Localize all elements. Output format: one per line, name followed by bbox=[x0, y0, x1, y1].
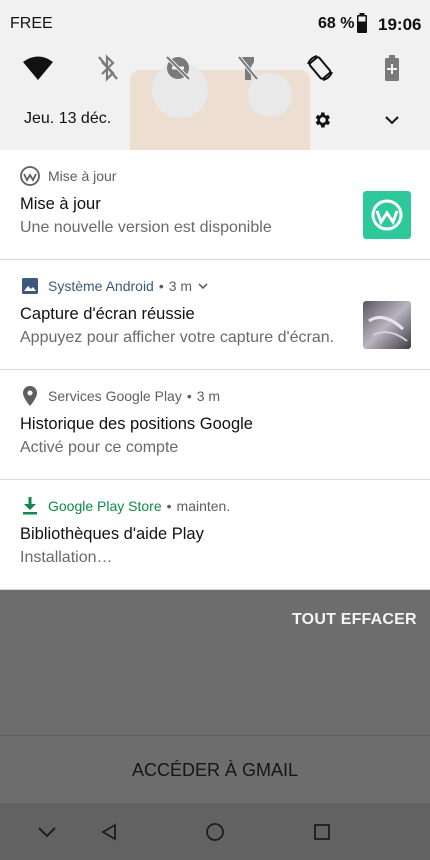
notification-play-store[interactable]: Google Play Store • mainten. Bibliothèqu… bbox=[0, 480, 430, 590]
gmail-shortcut-bar[interactable]: ACCÉDER À GMAIL bbox=[0, 736, 430, 803]
chevron-down-icon[interactable] bbox=[32, 817, 62, 847]
screenshot-thumbnail bbox=[363, 301, 411, 349]
battery-saver-icon[interactable] bbox=[372, 48, 412, 88]
notification-header: Mise à jour bbox=[20, 166, 116, 186]
gmail-shortcut-label: ACCÉDER À GMAIL bbox=[131, 760, 299, 780]
header-separator: • bbox=[166, 498, 172, 514]
notification-app-name: Système Android bbox=[48, 278, 154, 294]
header-separator: • bbox=[158, 278, 164, 294]
notification-title: Mise à jour bbox=[20, 195, 101, 213]
notification-app-name: Services Google Play bbox=[48, 388, 182, 404]
recents-icon[interactable] bbox=[307, 817, 337, 847]
notification-app-name: Google Play Store bbox=[48, 498, 162, 514]
notification-list: Mise à jour Mise à jour Une nouvelle ver… bbox=[0, 150, 430, 590]
wifi-icon[interactable] bbox=[18, 48, 58, 88]
chevron-down-icon[interactable] bbox=[198, 282, 208, 290]
notification-location-history[interactable]: Services Google Play • 3 m Historique de… bbox=[0, 370, 430, 480]
chevron-down-icon[interactable] bbox=[378, 106, 406, 134]
header-separator: • bbox=[186, 388, 192, 404]
notification-time: 3 m bbox=[168, 278, 193, 294]
download-icon bbox=[20, 496, 40, 516]
notification-title: Bibliothèques d'aide Play bbox=[20, 525, 204, 543]
clock: 19:06 bbox=[378, 15, 422, 34]
notification-time: 3 m bbox=[196, 388, 221, 404]
notification-text: Installation… bbox=[20, 549, 113, 566]
notification-title: Capture d'écran réussie bbox=[20, 305, 195, 323]
notification-header: Système Android • 3 m bbox=[20, 276, 208, 296]
image-icon bbox=[20, 276, 40, 296]
home-icon[interactable] bbox=[200, 817, 230, 847]
auto-rotate-icon[interactable] bbox=[300, 48, 340, 88]
quick-settings-row bbox=[0, 48, 430, 88]
do-not-disturb-off-icon[interactable] bbox=[158, 48, 198, 88]
update-app-icon bbox=[20, 166, 40, 186]
location-pin-icon bbox=[20, 386, 40, 406]
notification-header: Services Google Play • 3 m bbox=[20, 386, 220, 406]
notification-app-name: Mise à jour bbox=[48, 168, 117, 184]
battery-icon bbox=[357, 13, 367, 33]
update-large-icon bbox=[363, 191, 411, 239]
carrier-name: FREE bbox=[10, 15, 53, 32]
date-label: Jeu. 13 déc. bbox=[24, 110, 112, 127]
notification-text: Activé pour ce compte bbox=[20, 439, 179, 456]
battery-percentage: 68 % bbox=[318, 15, 355, 32]
bluetooth-off-icon[interactable] bbox=[88, 48, 128, 88]
notification-text: Une nouvelle version est disponible bbox=[20, 219, 272, 236]
settings-gear-icon[interactable] bbox=[308, 106, 336, 134]
notification-header: Google Play Store • mainten. bbox=[20, 496, 230, 516]
notification-time: mainten. bbox=[176, 498, 231, 514]
back-icon[interactable] bbox=[94, 817, 124, 847]
notification-text: Appuyez pour afficher votre capture d'éc… bbox=[20, 329, 335, 346]
status-bar: FREE 68 % 19:06 bbox=[0, 0, 430, 48]
notification-shade-header: FREE 68 % 19:06 Jeu. 13 déc. bbox=[0, 0, 430, 150]
notification-update[interactable]: Mise à jour Mise à jour Une nouvelle ver… bbox=[0, 150, 430, 260]
notification-title: Historique des positions Google bbox=[20, 415, 253, 433]
flashlight-off-icon[interactable] bbox=[228, 48, 268, 88]
notification-screenshot[interactable]: Système Android • 3 m Capture d'écran ré… bbox=[0, 260, 430, 370]
clear-all-button[interactable]: TOUT EFFACER bbox=[292, 611, 417, 629]
date-row: Jeu. 13 déc. bbox=[0, 100, 430, 140]
navigation-bar bbox=[0, 803, 430, 860]
